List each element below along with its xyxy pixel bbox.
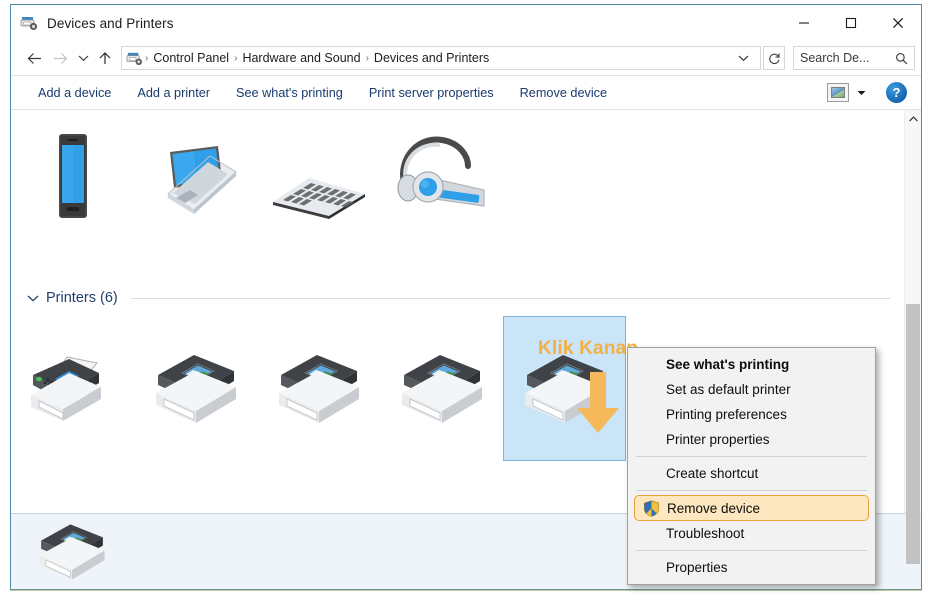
scrollbar-track[interactable]: [905, 127, 921, 565]
printers-group-header[interactable]: Printers (6): [11, 282, 904, 310]
scrollbar-thumb[interactable]: [906, 304, 920, 565]
printer-item-fax[interactable]: [11, 316, 134, 461]
help-button[interactable]: ?: [886, 82, 907, 103]
keyboard-device-icon: [272, 178, 365, 219]
window-controls: [780, 5, 921, 41]
annotation-label: Klik Kanan: [538, 338, 639, 359]
breadcrumb-item-devices-and-printers[interactable]: Devices and Printers: [369, 51, 494, 65]
group-collapse-chevron-down-icon[interactable]: [27, 294, 39, 302]
address-bar: › Control Panel › Hardware and Sound › D…: [11, 41, 921, 75]
breadcrumb[interactable]: › Control Panel › Hardware and Sound › D…: [121, 46, 761, 70]
context-menu-item-troubleshoot[interactable]: Troubleshoot: [628, 521, 875, 546]
search-placeholder: Search De...: [800, 51, 870, 65]
printer-item-4[interactable]: [380, 316, 503, 461]
context-menu-item-create-shortcut[interactable]: Create shortcut: [628, 461, 875, 486]
context-menu-item-properties[interactable]: Properties: [628, 555, 875, 580]
vertical-scrollbar[interactable]: [904, 110, 921, 565]
scroll-up-button[interactable]: [905, 110, 921, 127]
breadcrumb-item-control-panel[interactable]: Control Panel: [148, 51, 234, 65]
view-chevron-down-icon[interactable]: [857, 90, 866, 96]
uac-shield-icon: [643, 500, 660, 517]
devices-and-printers-icon: [20, 14, 38, 32]
recent-locations-chevron-down-icon[interactable]: [73, 45, 93, 71]
context-menu-item-remove-device[interactable]: Remove device: [634, 495, 869, 521]
context-menu-item-printing-preferences[interactable]: Printing preferences: [628, 402, 875, 427]
device-item-headset[interactable]: [380, 128, 503, 220]
phone-device-icon: [58, 134, 87, 218]
breadcrumb-item-hardware-and-sound[interactable]: Hardware and Sound: [237, 51, 365, 65]
printer-icon-3: [278, 354, 359, 423]
device-item-phone[interactable]: [11, 128, 134, 220]
device-item-keyboard[interactable]: [257, 128, 380, 220]
breadcrumb-chevron-down-icon[interactable]: [738, 54, 758, 62]
print-server-properties-button[interactable]: Print server properties: [356, 81, 507, 105]
title-bar: Devices and Printers: [11, 5, 921, 41]
command-bar-right-group: ?: [827, 82, 921, 103]
refresh-button[interactable]: [763, 46, 785, 70]
close-button[interactable]: [874, 5, 921, 41]
search-icon[interactable]: [895, 52, 908, 65]
context-menu-item-set-as-default-printer[interactable]: Set as default printer: [628, 377, 875, 402]
breadcrumb-devices-icon: [126, 50, 143, 67]
device-item-laptop[interactable]: [134, 128, 257, 220]
printer-fax-icon: [30, 355, 101, 421]
minimize-button[interactable]: [780, 5, 827, 41]
context-menu-item-remove-device-label: Remove device: [667, 500, 761, 516]
back-button[interactable]: [21, 45, 47, 71]
maximize-button[interactable]: [827, 5, 874, 41]
up-button[interactable]: [93, 45, 117, 71]
forward-button[interactable]: [47, 45, 73, 71]
down-arrow-icon: [575, 372, 621, 434]
add-a-printer-button[interactable]: Add a printer: [124, 81, 223, 105]
remove-device-button[interactable]: Remove device: [507, 81, 620, 105]
group-divider: [130, 297, 890, 299]
context-menu-separator-2: [636, 490, 867, 491]
printer-context-menu: See what's printing Set as default print…: [627, 347, 876, 585]
view-options-icon[interactable]: [827, 83, 849, 102]
window-title: Devices and Printers: [47, 15, 174, 31]
devices-row: [11, 110, 904, 220]
printer-item-2[interactable]: [134, 316, 257, 461]
laptop-device-icon: [166, 146, 237, 214]
context-menu-separator-1: [636, 456, 867, 457]
details-printer-icon: [33, 521, 111, 583]
context-menu-separator-3: [636, 550, 867, 551]
add-a-device-button[interactable]: Add a device: [25, 81, 124, 105]
context-menu-item-printer-properties[interactable]: Printer properties: [628, 427, 875, 452]
context-menu-item-see-whats-printing[interactable]: See what's printing: [628, 352, 875, 377]
headset-device-icon: [396, 136, 484, 207]
printer-item-3[interactable]: [257, 316, 380, 461]
search-input[interactable]: Search De...: [793, 46, 915, 70]
printers-group-title: Printers (6): [46, 290, 118, 306]
printer-icon-2: [155, 354, 236, 423]
see-whats-printing-button[interactable]: See what's printing: [223, 81, 356, 105]
command-bar: Add a device Add a printer See what's pr…: [11, 75, 921, 110]
printer-icon-4: [401, 354, 482, 423]
